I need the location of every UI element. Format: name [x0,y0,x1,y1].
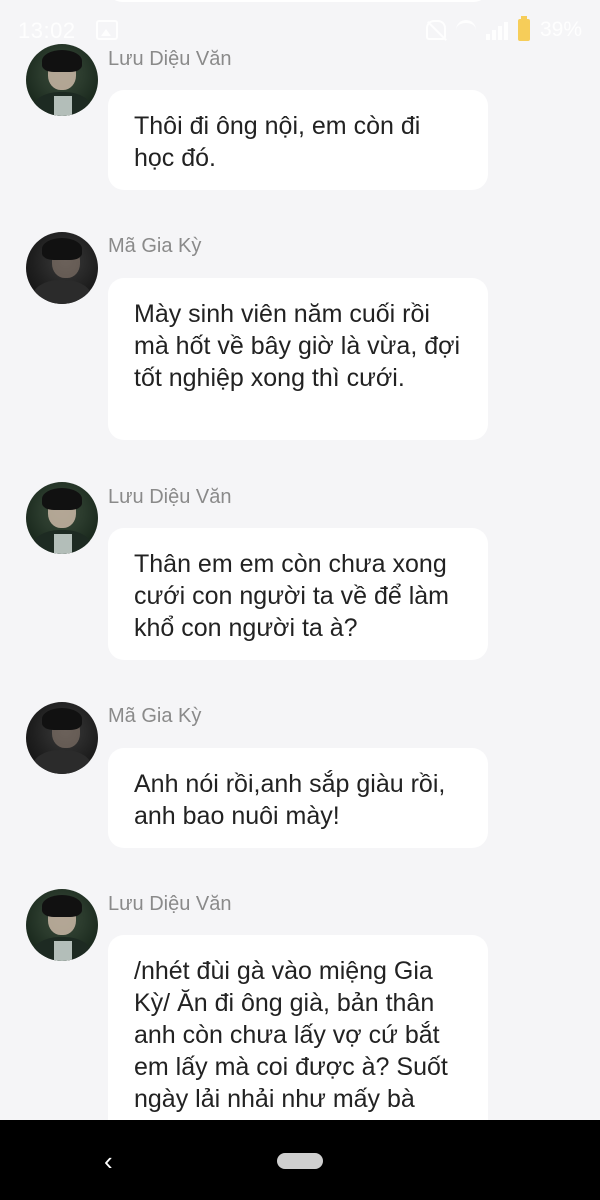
sender-name: Mã Gia Kỳ [108,235,202,257]
message-bubble[interactable]: Anh nói rồi,anh sắp giàu rồi, anh bao nu… [108,748,488,848]
message-bubble[interactable]: Thân em em còn chưa xong cưới con người … [108,528,488,660]
navigation-bar: ‹ [0,1120,600,1200]
image-icon [96,20,118,40]
avatar-ma[interactable] [26,702,98,774]
message-bubble[interactable]: Mày sinh viên năm cuối rồi mà hốt về bây… [108,278,488,440]
status-time: 13:02 [18,18,76,43]
avatar-ma[interactable] [26,232,98,304]
avatar-luu[interactable] [26,889,98,961]
home-pill-button[interactable] [277,1153,323,1169]
sender-name: Lưu Diệu Văn [108,486,232,508]
bell-off-icon [425,20,446,40]
battery-icon [517,16,530,41]
chat-screen: 13:02 39% Lưu Diệu Văn Thôi đi ông nội, … [0,0,600,1200]
status-bar: 13:02 39% [0,0,600,62]
back-icon[interactable]: ‹ [104,1146,113,1177]
signal-icon [485,20,508,40]
message-bubble[interactable]: Thôi đi ông nội, em còn đi học đó. [108,90,488,190]
sender-name: Mã Gia Kỳ [108,705,202,727]
avatar-luu[interactable] [26,482,98,554]
battery-percent: 39% [539,18,582,41]
sender-name: Lưu Diệu Văn [108,893,232,915]
status-icons: 39% [425,16,582,42]
wifi-icon [455,20,476,40]
